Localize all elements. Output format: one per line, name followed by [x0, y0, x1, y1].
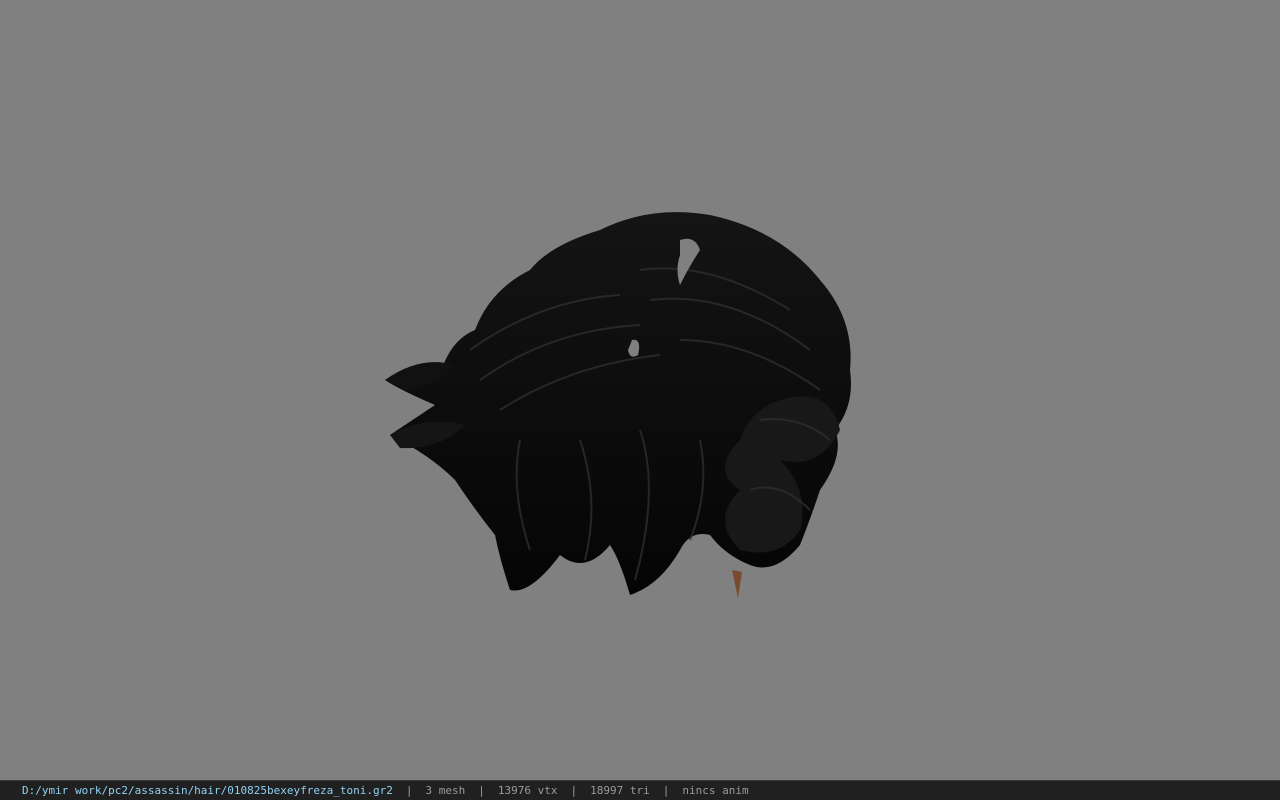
- separator: |: [570, 784, 578, 797]
- hair-model: [385, 212, 851, 598]
- file-path: D:/ymir work/pc2/assassin/hair/010825bex…: [22, 784, 393, 797]
- ear-skin: [732, 570, 742, 598]
- mesh-count: 3 mesh: [425, 784, 466, 797]
- separator: |: [405, 784, 413, 797]
- status-bar: D:/ymir work/pc2/assassin/hair/010825bex…: [0, 780, 1280, 800]
- separator: |: [478, 784, 485, 797]
- vertex-count: 13976 vtx: [497, 784, 558, 797]
- animation-status: nincs anim: [682, 784, 749, 797]
- 3d-viewport[interactable]: [0, 0, 1280, 780]
- triangle-count: 18997 tri: [590, 784, 650, 797]
- separator: |: [662, 784, 670, 797]
